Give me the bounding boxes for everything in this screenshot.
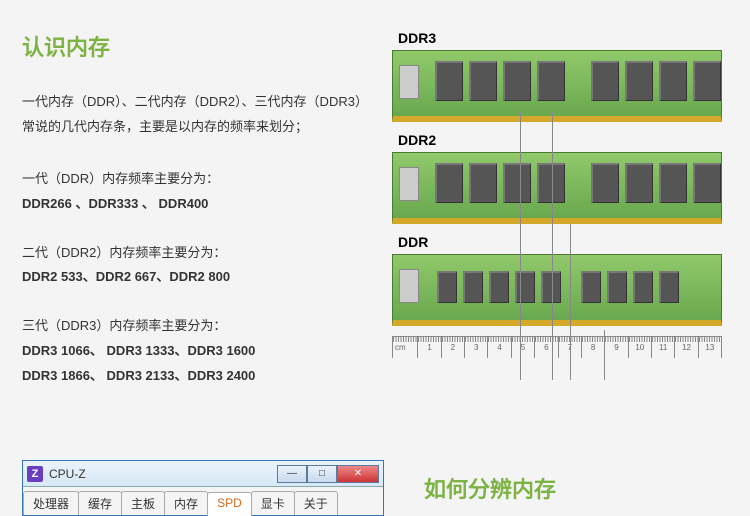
gen3-values-2: DDR3 1866、 DDR3 2133、DDR3 2400 <box>22 364 382 389</box>
ram-label-ddr2: DDR2 <box>398 132 750 148</box>
ram-label-ddr: DDR <box>398 234 750 250</box>
gen3-block: 三代（DDR3）内存频率主要分为： DDR3 1066、 DDR3 1333、D… <box>22 314 382 388</box>
tab-processor[interactable]: 处理器 <box>23 491 79 515</box>
ruler-tick: 9 <box>605 337 628 358</box>
tab-spd[interactable]: SPD <box>207 492 252 516</box>
side-block <box>399 269 419 303</box>
text-content: 认识内存 一代内存（DDR）、二代内存（DDR2）、三代内存（DDR3） 常说的… <box>22 30 392 412</box>
alignment-line <box>604 330 605 380</box>
ram-diagram: DDR3 DDR2 DDR <box>392 30 750 412</box>
gen1-intro: 一代（DDR）内存频率主要分为： <box>22 167 382 192</box>
tab-mainboard[interactable]: 主板 <box>121 491 165 515</box>
tab-about[interactable]: 关于 <box>294 491 338 515</box>
ruler-tick: 1 <box>418 337 441 358</box>
section-title: 认识内存 <box>22 30 382 62</box>
gen2-values: DDR2 533、DDR2 667、DDR2 800 <box>22 265 382 290</box>
maximize-button[interactable]: □ <box>307 465 337 483</box>
ruler-tick: 13 <box>699 337 722 358</box>
tab-graphics[interactable]: 显卡 <box>251 491 295 515</box>
gen3-values-1: DDR3 1066、 DDR3 1333、DDR3 1600 <box>22 339 382 364</box>
ruler-tick: 10 <box>629 337 652 358</box>
ruler: cm 1 2 3 4 5 6 7 8 9 10 11 12 13 <box>392 336 722 358</box>
gen1-values: DDR266 、DDR333 、 DDR400 <box>22 192 382 217</box>
ruler-tick: 4 <box>488 337 511 358</box>
alignment-line <box>520 112 521 380</box>
ruler-tick: 2 <box>442 337 465 358</box>
ram-stick-ddr2 <box>392 152 722 224</box>
intro-line2: 常说的几代内存条，主要是以内存的频率来划分； <box>22 115 382 140</box>
intro-line1: 一代内存（DDR）、二代内存（DDR2）、三代内存（DDR3） <box>22 90 382 115</box>
ram-stick-ddr3 <box>392 50 722 122</box>
cpuz-app-icon: Z <box>27 466 43 482</box>
cpuz-tabs: 处理器 缓存 主板 内存 SPD 显卡 关于 <box>23 487 383 515</box>
side-block <box>399 167 419 201</box>
gen1-block: 一代（DDR）内存频率主要分为： DDR266 、DDR333 、 DDR400 <box>22 167 382 216</box>
ruler-tick: 6 <box>535 337 558 358</box>
section-title-2: 如何分辨内存 <box>424 472 556 504</box>
ram-ddr: DDR <box>392 234 750 326</box>
ruler-unit: cm <box>392 337 418 358</box>
gen2-intro: 二代（DDR2）内存频率主要分为： <box>22 241 382 266</box>
ruler-tick: 3 <box>465 337 488 358</box>
gen2-block: 二代（DDR2）内存频率主要分为： DDR2 533、DDR2 667、DDR2… <box>22 241 382 290</box>
ram-stick-ddr <box>392 254 722 326</box>
ruler-tick: 12 <box>675 337 698 358</box>
cpuz-titlebar[interactable]: Z CPU-Z — □ ✕ <box>23 461 383 487</box>
ram-label-ddr3: DDR3 <box>398 30 750 46</box>
minimize-button[interactable]: — <box>277 465 307 483</box>
ram-ddr2: DDR2 <box>392 132 750 224</box>
ram-ddr3: DDR3 <box>392 30 750 122</box>
alignment-line <box>570 224 571 380</box>
ruler-tick: 11 <box>652 337 675 358</box>
cpuz-title-text: CPU-Z <box>49 467 271 481</box>
gen3-intro: 三代（DDR3）内存频率主要分为： <box>22 314 382 339</box>
cpuz-window: Z CPU-Z — □ ✕ 处理器 缓存 主板 内存 SPD 显卡 关于 <box>22 460 384 516</box>
tab-memory[interactable]: 内存 <box>164 491 208 515</box>
intro-paragraph: 一代内存（DDR）、二代内存（DDR2）、三代内存（DDR3） 常说的几代内存条… <box>22 90 382 139</box>
tab-cache[interactable]: 缓存 <box>78 491 122 515</box>
side-block <box>399 65 419 99</box>
close-button[interactable]: ✕ <box>337 465 379 483</box>
alignment-line <box>552 112 553 380</box>
ruler-tick: 5 <box>512 337 535 358</box>
ruler-tick: 8 <box>582 337 605 358</box>
